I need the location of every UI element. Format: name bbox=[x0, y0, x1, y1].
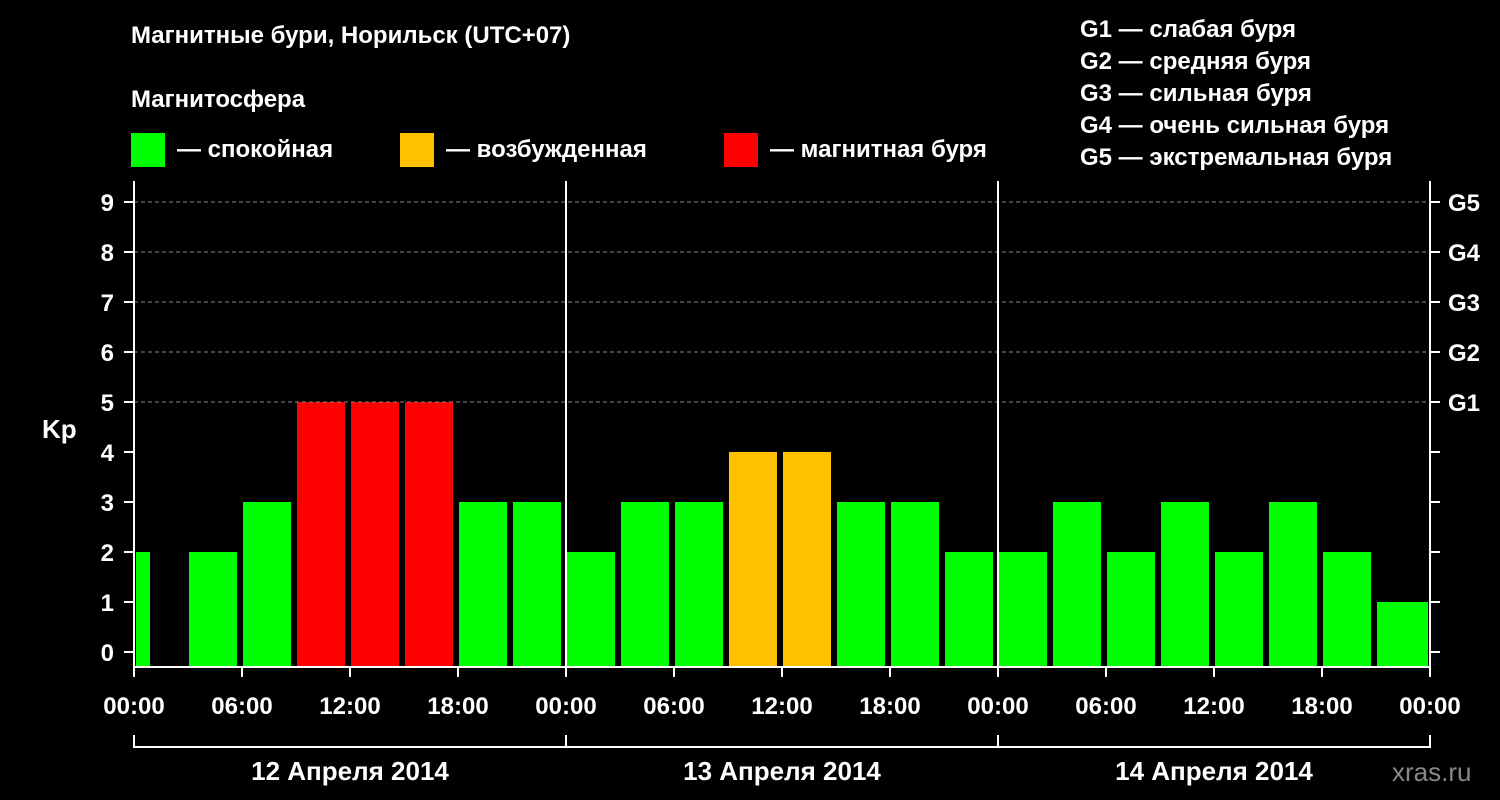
kp-bar bbox=[1161, 502, 1209, 667]
kp-bar bbox=[621, 502, 669, 667]
x-tick-label: 18:00 bbox=[859, 693, 920, 720]
g-scale-label: G1 bbox=[1448, 390, 1480, 417]
y-tick-label: 6 bbox=[101, 340, 114, 367]
x-tick-label: 00:00 bbox=[1399, 693, 1460, 720]
y-tick-label: 7 bbox=[101, 290, 114, 317]
kp-bar bbox=[945, 552, 993, 667]
kp-bar bbox=[567, 552, 615, 667]
kp-bar bbox=[243, 502, 291, 667]
y-tick-label: 4 bbox=[101, 440, 115, 467]
kp-bar bbox=[675, 502, 723, 667]
g-scale-label: G3 bbox=[1448, 290, 1480, 317]
kp-bar-chart: 0 1 2 3 4 5 6 7 8 9 G1 G2 G3 G4 G5 Kp 00:00 06:00 12:00 18:… bbox=[42, 181, 1481, 786]
watermark: xras.ru bbox=[1392, 757, 1472, 787]
kp-bar bbox=[1053, 502, 1101, 667]
x-tick-label: 12:00 bbox=[1183, 693, 1244, 720]
y-tick-label: 0 bbox=[101, 640, 114, 667]
x-tick-label: 06:00 bbox=[211, 693, 272, 720]
x-tick-label: 00:00 bbox=[967, 693, 1028, 720]
y-tick-label: 2 bbox=[101, 540, 114, 567]
x-tick-label: 18:00 bbox=[1291, 693, 1352, 720]
day-label: 14 Апреля 2014 bbox=[1115, 756, 1313, 786]
kp-bar bbox=[189, 552, 237, 667]
kp-bar bbox=[1398, 602, 1428, 667]
y-tick-label: 5 bbox=[101, 390, 114, 417]
x-tick-label: 00:00 bbox=[535, 693, 596, 720]
kp-bar bbox=[999, 552, 1047, 667]
y-tick-label: 3 bbox=[101, 490, 114, 517]
kp-bar bbox=[837, 502, 885, 667]
x-tick-label: 06:00 bbox=[1075, 693, 1136, 720]
g-scale-label: G4 bbox=[1448, 240, 1481, 267]
kp-bar bbox=[459, 502, 507, 667]
day-label: 12 Апреля 2014 bbox=[251, 756, 449, 786]
y-axis-title: Kp bbox=[42, 414, 77, 444]
kp-bar bbox=[136, 552, 150, 667]
x-tick-label: 18:00 bbox=[427, 693, 488, 720]
kp-bar bbox=[783, 452, 831, 667]
kp-bar bbox=[297, 402, 345, 667]
g-scale-label: G5 bbox=[1448, 190, 1480, 217]
kp-bar bbox=[351, 402, 399, 667]
x-tick-label: 12:00 bbox=[319, 693, 380, 720]
y-tick-label: 1 bbox=[101, 590, 114, 617]
y-tick-label: 9 bbox=[101, 190, 114, 217]
kp-bar bbox=[1107, 552, 1155, 667]
kp-bar bbox=[891, 502, 939, 667]
g-scale-label: G2 bbox=[1448, 340, 1480, 367]
kp-bar bbox=[729, 452, 777, 667]
x-tick-label: 00:00 bbox=[103, 693, 164, 720]
kp-bar bbox=[1269, 502, 1317, 667]
kp-bar bbox=[513, 502, 561, 667]
day-label: 13 Апреля 2014 bbox=[683, 756, 881, 786]
y-tick-label: 8 bbox=[101, 240, 114, 267]
kp-bar bbox=[1215, 552, 1263, 667]
x-tick-label: 12:00 bbox=[751, 693, 812, 720]
kp-bar bbox=[405, 402, 453, 667]
x-tick-label: 06:00 bbox=[643, 693, 704, 720]
kp-bar bbox=[1323, 552, 1371, 667]
